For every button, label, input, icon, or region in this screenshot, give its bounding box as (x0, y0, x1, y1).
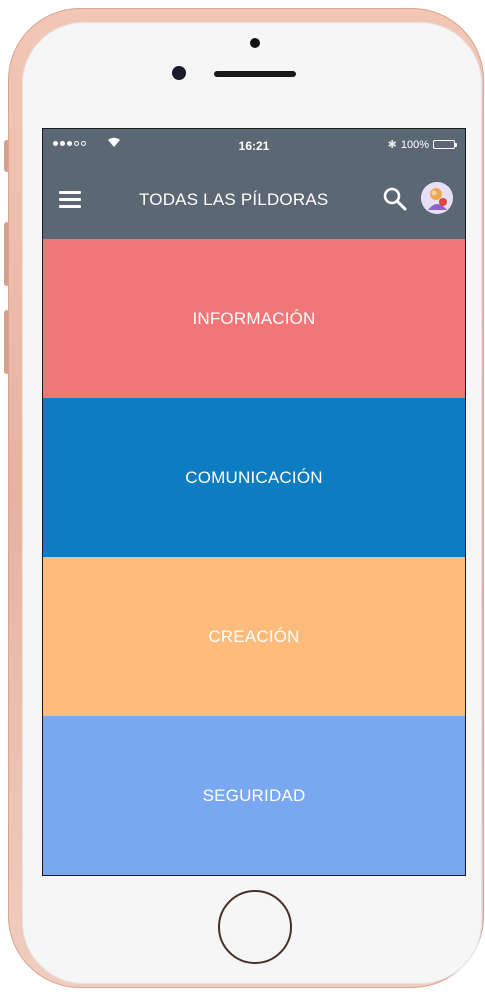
hamburger-menu-icon[interactable] (59, 187, 89, 217)
app-header: 16:21 ✱ 100% TODAS LAS PÍLDORAS (43, 129, 465, 239)
home-button[interactable] (218, 890, 292, 964)
bluetooth-icon: ✱ (387, 139, 397, 151)
proximity-sensor (250, 38, 260, 48)
category-label: COMUNICACIÓN (185, 467, 323, 487)
user-avatar[interactable] (421, 182, 453, 214)
page-title: TODAS LAS PÍLDORAS (139, 190, 329, 209)
category-list: INFORMACIÓN COMUNICACIÓN CREACIÓN SEGURI… (43, 239, 465, 875)
battery-percent: 100% (400, 138, 429, 151)
app-screen: 16:21 ✱ 100% TODAS LAS PÍLDORAS INFORMAC… (42, 128, 466, 876)
search-icon[interactable] (381, 185, 409, 213)
battery-status: ✱ 100% (387, 138, 457, 151)
category-tile-informacion[interactable]: INFORMACIÓN (43, 239, 465, 398)
category-label: INFORMACIÓN (192, 308, 316, 328)
battery-icon (433, 140, 457, 149)
navigation-bar: TODAS LAS PÍLDORAS (43, 163, 465, 239)
category-tile-seguridad[interactable]: SEGURIDAD (43, 716, 465, 875)
status-bar: 16:21 ✱ 100% (43, 129, 465, 163)
avatar-illustration-icon (421, 182, 453, 214)
earpiece-speaker (214, 71, 296, 77)
device-mockup: 16:21 ✱ 100% TODAS LAS PÍLDORAS INFORMAC… (0, 0, 485, 992)
category-tile-comunicacion[interactable]: COMUNICACIÓN (43, 398, 465, 557)
front-camera (172, 66, 186, 80)
category-label: SEGURIDAD (202, 785, 306, 805)
category-tile-creacion[interactable]: CREACIÓN (43, 557, 465, 716)
category-label: CREACIÓN (208, 626, 300, 646)
